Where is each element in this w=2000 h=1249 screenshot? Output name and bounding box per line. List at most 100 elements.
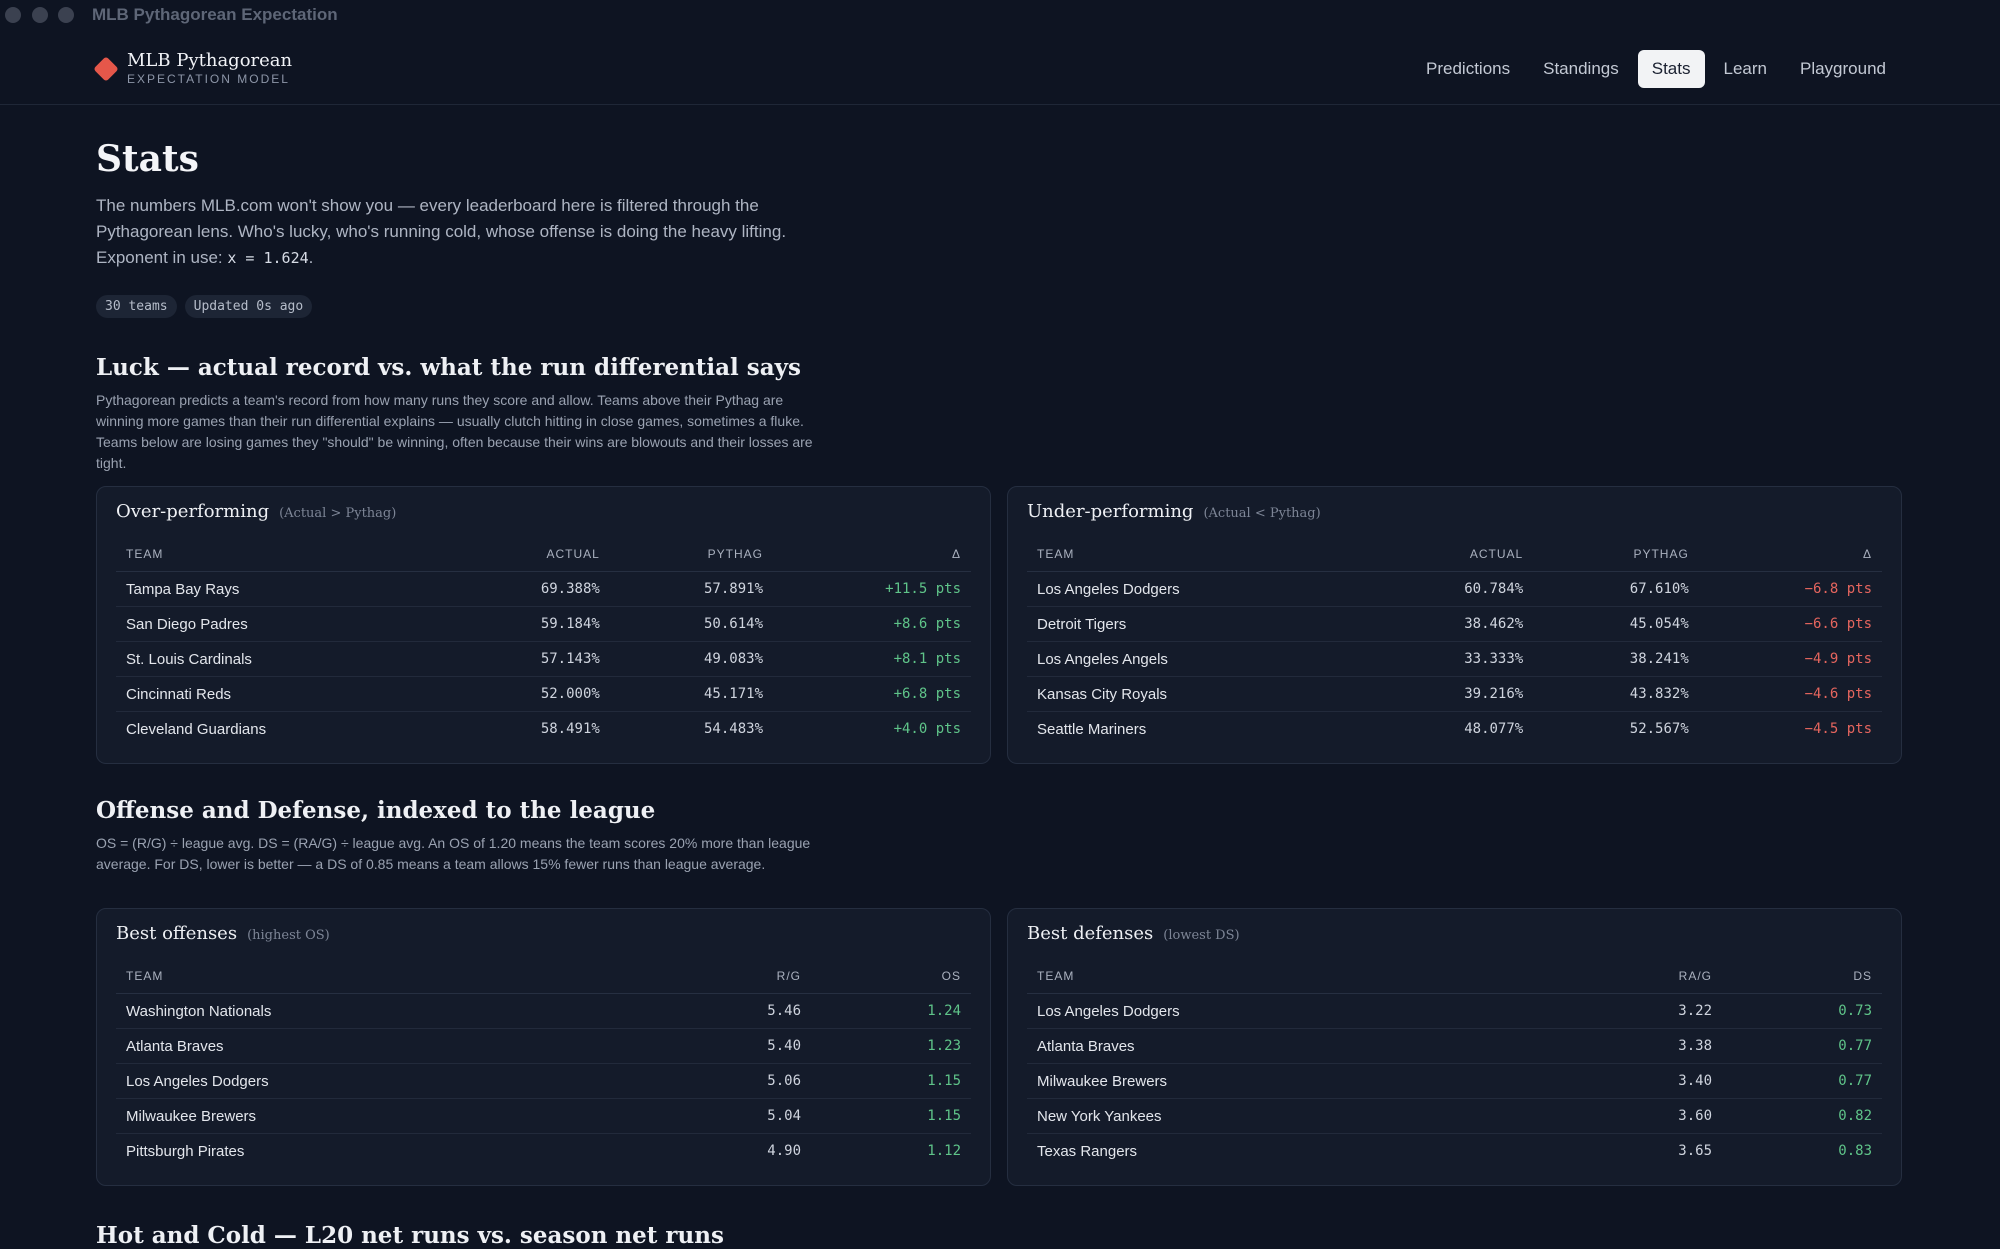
value-cell: 4.90 (767, 1143, 801, 1159)
value-cell: 43.832% (1533, 676, 1699, 712)
value-cell: 67.610% (1533, 571, 1699, 607)
value-cell: 1.12 (927, 1143, 961, 1159)
value-cell: 50.614% (609, 606, 774, 642)
value-cell: 38.241% (1533, 641, 1699, 677)
value-cell: 0.82 (1722, 1098, 1882, 1134)
value-cell: 58.491% (540, 721, 600, 737)
minimize-window-button[interactable] (32, 7, 48, 23)
table-row[interactable]: Los Angeles Angels 33.333% 38.241% −4.9 pts (1027, 641, 1882, 677)
value-cell: −6.6 pts (1698, 606, 1882, 642)
best-offenses-table: TEAM R/G OS Washington Nationals 5.46 1.24… (116, 959, 971, 1168)
table-row[interactable]: Seattle Mariners 48.077% 52.567% −4.5 pts (1027, 712, 1882, 747)
table-row[interactable]: Pittsburgh Pirates 4.90 1.12 (116, 1134, 971, 1169)
value-cell: 3.22 (1549, 993, 1722, 1029)
col-actual[interactable]: ACTUAL (1367, 537, 1534, 572)
table-row[interactable]: Texas Rangers 3.65 0.83 (1027, 1134, 1882, 1169)
team-name-cell: Pittsburgh Pirates (126, 1142, 245, 1160)
nav-playground[interactable]: Playground (1786, 50, 1900, 88)
brand-title[interactable]: MLB Pythagorean (127, 50, 292, 71)
panel-note: (Actual < Pythag) (1203, 506, 1321, 521)
panel-title: Under-performing (1027, 501, 1194, 522)
value-cell: 60.784% (1367, 571, 1534, 607)
col-team[interactable]: TEAM (1027, 959, 1550, 994)
team-name-cell: Los Angeles Dodgers (116, 1063, 641, 1099)
hotcold-section-title: Hot and Cold — L20 net runs vs. season n… (96, 1222, 724, 1249)
table-row[interactable]: Tampa Bay Rays 69.388% 57.891% +11.5 pts (116, 571, 971, 607)
table-row[interactable]: Detroit Tigers 38.462% 45.054% −6.6 pts (1027, 606, 1882, 642)
table-row[interactable]: Los Angeles Dodgers 3.22 0.73 (1027, 993, 1882, 1029)
col-team[interactable]: TEAM (116, 959, 641, 994)
over-performing-panel: Over-performing (Actual > Pythag) TEAM A… (96, 486, 991, 764)
table-row[interactable]: Washington Nationals 5.46 1.24 (116, 993, 971, 1029)
team-name-cell: Kansas City Royals (1027, 676, 1368, 712)
nav-learn[interactable]: Learn (1710, 50, 1781, 88)
value-cell: 5.06 (640, 1063, 811, 1099)
col-os[interactable]: OS (811, 959, 971, 994)
col-team[interactable]: TEAM (116, 537, 447, 572)
col-pythag[interactable]: PYTHAG (609, 537, 774, 572)
value-cell: 45.171% (609, 676, 774, 712)
team-name-cell: San Diego Padres (116, 606, 447, 642)
window-title: MLB Pythagorean Expectation (92, 5, 338, 24)
col-delta[interactable]: Δ (773, 537, 971, 572)
value-cell: 3.38 (1549, 1028, 1722, 1064)
panel-title: Best offenses (116, 923, 238, 944)
table-row[interactable]: Atlanta Braves 3.38 0.77 (1027, 1028, 1882, 1064)
value-cell: 69.388% (446, 571, 610, 607)
value-cell: 3.65 (1678, 1143, 1712, 1159)
value-cell: 1.24 (811, 993, 971, 1029)
value-cell: 45.054% (1533, 606, 1699, 642)
window-titlebar: MLB Pythagorean Expectation (0, 0, 2000, 32)
best-defenses-panel: Best defenses (lowest DS) TEAM RA/G DS L… (1007, 908, 1902, 1186)
value-cell: +6.8 pts (773, 676, 971, 712)
meta-chips: 30 teams Updated 0s ago (96, 295, 313, 318)
logo-diamond-icon[interactable] (93, 56, 119, 82)
zoom-window-button[interactable] (58, 7, 74, 23)
team-name-cell: Atlanta Braves (116, 1028, 641, 1064)
nav-standings[interactable]: Standings (1529, 50, 1633, 88)
team-name-cell: Los Angeles Angels (1027, 641, 1368, 677)
value-cell: 57.143% (446, 641, 610, 677)
updated-badge: Updated 0s ago (184, 295, 313, 318)
table-row[interactable]: New York Yankees 3.60 0.82 (1027, 1098, 1882, 1134)
table-row[interactable]: Milwaukee Brewers 5.04 1.15 (116, 1098, 971, 1134)
team-name-cell: St. Louis Cardinals (116, 641, 447, 677)
panel-note: (Actual > Pythag) (279, 506, 397, 521)
table-row[interactable]: Los Angeles Dodgers 5.06 1.15 (116, 1063, 971, 1099)
table-row[interactable]: Milwaukee Brewers 3.40 0.77 (1027, 1063, 1882, 1099)
table-row[interactable]: St. Louis Cardinals 57.143% 49.083% +8.1 pt… (116, 641, 971, 677)
team-name-cell: Washington Nationals (116, 993, 641, 1029)
nav-predictions[interactable]: Predictions (1412, 50, 1524, 88)
table-row[interactable]: San Diego Padres 59.184% 50.614% +8.6 pts (116, 606, 971, 642)
main-nav: Predictions Standings Stats Learn Playgr… (1407, 50, 1900, 88)
top-navigation-bar: MLB Pythagorean EXPECTATION MODEL Predic… (0, 34, 2000, 105)
under-performing-table: TEAM ACTUAL PYTHAG Δ Los Angeles Dodgers… (1027, 537, 1882, 746)
col-actual[interactable]: ACTUAL (446, 537, 610, 572)
close-window-button[interactable] (5, 7, 21, 23)
value-cell: 3.60 (1549, 1098, 1722, 1134)
luck-section-title: Luck — actual record vs. what the run di… (96, 354, 801, 381)
table-row[interactable]: Atlanta Braves 5.40 1.23 (116, 1028, 971, 1064)
table-row[interactable]: Cleveland Guardians 58.491% 54.483% +4.0 pt… (116, 712, 971, 747)
exponent-suffix: . (308, 248, 314, 267)
col-team[interactable]: TEAM (1027, 537, 1368, 572)
col-rg[interactable]: R/G (640, 959, 811, 994)
nav-stats[interactable]: Stats (1637, 50, 1705, 88)
col-ds[interactable]: DS (1722, 959, 1882, 994)
value-cell: −4.6 pts (1698, 676, 1882, 712)
value-cell: 1.23 (811, 1028, 971, 1064)
team-name-cell: Los Angeles Dodgers (1027, 993, 1550, 1029)
offdef-section-title: Offense and Defense, indexed to the leag… (96, 797, 656, 824)
team-name-cell: Atlanta Braves (1027, 1028, 1550, 1064)
table-row[interactable]: Los Angeles Dodgers 60.784% 67.610% −6.8 pt… (1027, 571, 1882, 607)
value-cell: 5.46 (640, 993, 811, 1029)
value-cell: 52.000% (446, 676, 610, 712)
col-rag[interactable]: RA/G (1549, 959, 1722, 994)
table-row[interactable]: Kansas City Royals 39.216% 43.832% −4.6 pts (1027, 676, 1882, 712)
table-row[interactable]: Cincinnati Reds 52.000% 45.171% +6.8 pts (116, 676, 971, 712)
col-pythag[interactable]: PYTHAG (1533, 537, 1699, 572)
value-cell: 54.483% (704, 721, 764, 737)
offdef-section-desc: OS = (R/G) ÷ league avg. DS = (RA/G) ÷ l… (96, 835, 811, 872)
value-cell: 0.77 (1722, 1028, 1882, 1064)
col-delta[interactable]: Δ (1698, 537, 1882, 572)
